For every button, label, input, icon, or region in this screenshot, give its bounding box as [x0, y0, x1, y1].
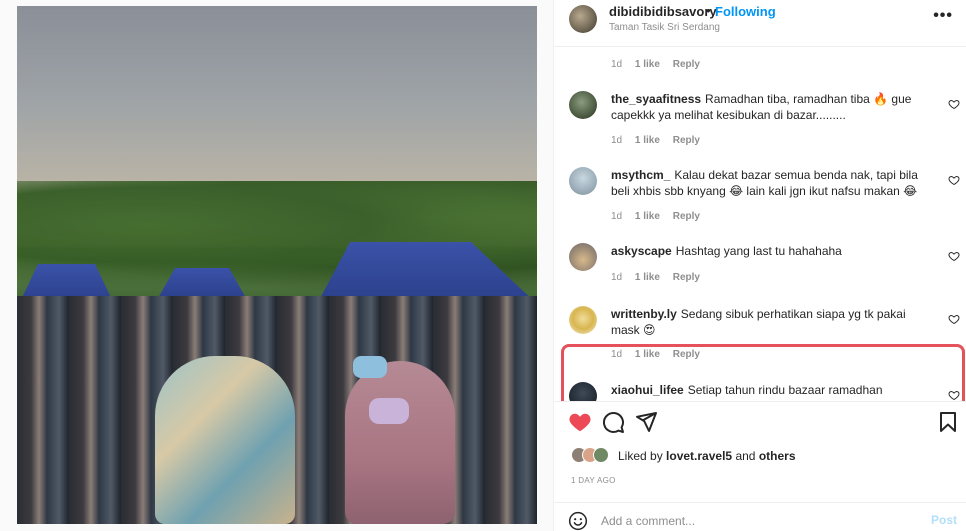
smiley-icon[interactable]: [568, 511, 588, 531]
comment-meta: 1d 1 like Reply: [611, 272, 710, 283]
add-comment-bar: Post: [554, 502, 966, 531]
comment-time: 1d: [611, 135, 623, 146]
commenter-avatar[interactable]: [569, 243, 597, 271]
photo-person-pink: [345, 361, 455, 524]
photo-person-hijab: [155, 356, 295, 524]
comment-likes[interactable]: 1 like: [635, 135, 660, 146]
post-photo[interactable]: [17, 6, 537, 524]
following-button[interactable]: Following: [715, 4, 776, 19]
commenter-avatar[interactable]: [569, 306, 597, 334]
comment-like-icon[interactable]: [948, 250, 960, 262]
author-avatar[interactable]: [569, 5, 597, 33]
post-header: dibidibidibsavory • Following Taman Tasi…: [554, 0, 966, 47]
likes-summary: Liked by lovet.ravel5 and others: [571, 447, 961, 467]
commenter-username[interactable]: the_syaafitness: [611, 92, 701, 106]
comment-body: writtenby.ly Sedang sibuk perhatikan siap…: [611, 306, 929, 338]
comment-like-icon[interactable]: [948, 174, 960, 186]
commenter-username[interactable]: askyscape: [611, 244, 672, 258]
comment-text: Hashtag yang last tu hahahaha: [675, 244, 842, 258]
comment-input[interactable]: [601, 512, 921, 530]
comment-body: the_syaafitness Ramadhan tiba, ramadhan t…: [611, 91, 929, 123]
commenter-username[interactable]: writtenby.ly: [611, 307, 677, 321]
comment-reply-button[interactable]: Reply: [673, 59, 700, 70]
comment-meta: 1d 1 like Reply: [611, 59, 710, 70]
comment-like-icon[interactable]: [948, 98, 960, 110]
likes-joiner: and: [735, 449, 756, 463]
send-icon[interactable]: [634, 410, 658, 434]
commenter-username[interactable]: msythcm_: [611, 168, 670, 182]
comment-icon[interactable]: [601, 410, 625, 434]
photo-face-mask: [369, 398, 409, 424]
comment-like-icon[interactable]: [948, 313, 960, 325]
post-timestamp[interactable]: 1 DAY AGO: [571, 476, 616, 485]
post-location[interactable]: Taman Tasik Sri Serdang: [609, 22, 720, 33]
likes-others-link[interactable]: others: [759, 449, 796, 463]
photo-face-mask-2: [353, 356, 387, 378]
post-comment-button[interactable]: Post: [931, 513, 957, 527]
comment-likes[interactable]: 1 like: [635, 211, 660, 222]
bookmark-icon[interactable]: [936, 410, 960, 434]
commenter-avatar[interactable]: [569, 91, 597, 119]
likes-text: Liked by lovet.ravel5 and others: [618, 449, 796, 463]
likes-prefix: Liked by: [618, 449, 663, 463]
comment-reply-button[interactable]: Reply: [673, 272, 700, 283]
comment-reply-button[interactable]: Reply: [673, 211, 700, 222]
comment-body: msythcm_ Kalau dekat bazar semua benda na…: [611, 167, 929, 199]
header-separator: •: [706, 3, 711, 18]
more-options-icon[interactable]: •••: [933, 7, 953, 25]
comments-list[interactable]: 1d 1 like Reply the_syaafitness Ramadhan …: [554, 48, 966, 401]
comment-time: 1d: [611, 272, 623, 283]
comment-meta: 1d 1 like Reply: [611, 135, 710, 146]
commenter-avatar[interactable]: [569, 167, 597, 195]
likes-user-link[interactable]: lovet.ravel5: [666, 449, 732, 463]
liker-avatar: [593, 447, 609, 463]
author-username[interactable]: dibidibidibsavory: [609, 4, 717, 19]
comment-meta: 1d 1 like Reply: [611, 211, 710, 222]
comment-time: 1d: [611, 211, 623, 222]
comment-body: askyscape Hashtag yang last tu hahahaha: [611, 243, 929, 259]
comment-likes[interactable]: 1 like: [635, 59, 660, 70]
comment-time: 1d: [611, 59, 623, 70]
post-sidebar: dibidibidibsavory • Following Taman Tasi…: [553, 0, 966, 531]
heart-filled-icon[interactable]: [568, 410, 592, 434]
post-media-area: [0, 0, 553, 531]
comment-likes[interactable]: 1 like: [635, 272, 660, 283]
highlight-annotation: [561, 344, 965, 401]
comment-reply-button[interactable]: Reply: [673, 135, 700, 146]
